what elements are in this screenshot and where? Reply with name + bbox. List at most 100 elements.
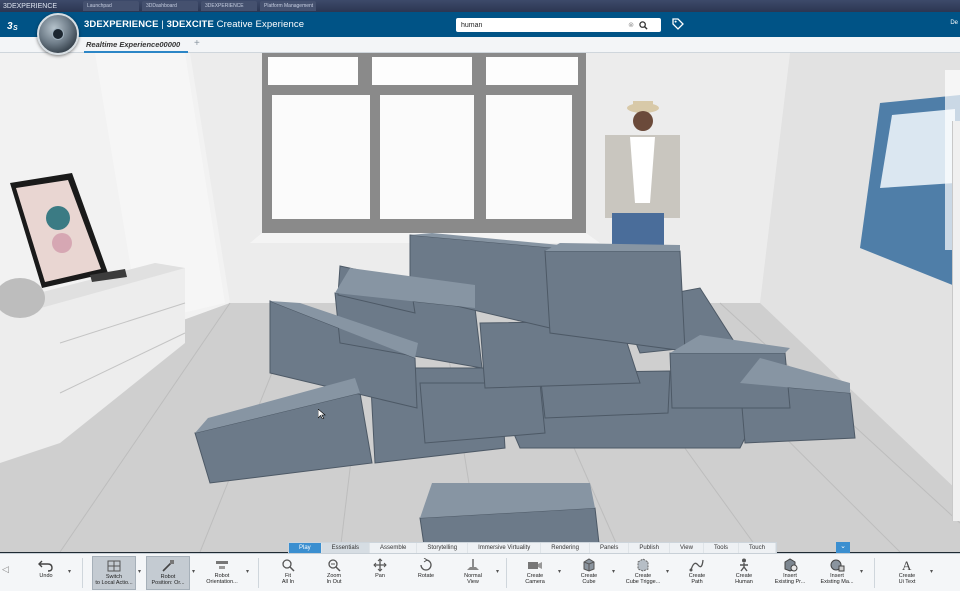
tab-publish[interactable]: Publish (629, 543, 671, 553)
browser-tab[interactable]: Launchpad (83, 1, 139, 11)
tag-icon[interactable] (671, 17, 685, 31)
user-name[interactable]: De (950, 20, 958, 26)
dropdown-arrow-icon[interactable]: ▾ (192, 568, 198, 576)
pan-icon (371, 557, 389, 573)
insert-existing-material-button[interactable]: Insert Existing Ma... (815, 556, 859, 590)
compass-hub[interactable] (52, 28, 64, 40)
title-separator: | (158, 19, 167, 30)
insert-product-icon (781, 557, 799, 573)
switch-icon (105, 558, 123, 574)
dropdown-arrow-icon[interactable]: ▾ (612, 568, 618, 576)
tool-label: All In (281, 579, 295, 585)
3d-viewport[interactable] (0, 53, 960, 552)
tool-label: Position: Or... (151, 580, 185, 586)
separator (506, 558, 507, 588)
collapse-chevron-icon[interactable]: ⌄ (836, 542, 850, 553)
search-icon[interactable] (636, 19, 650, 31)
normal-view-button[interactable]: Normal View (451, 556, 495, 590)
tab-storytelling[interactable]: Storytelling (417, 543, 469, 553)
dropdown-arrow-icon[interactable]: ▾ (138, 568, 144, 576)
browser-tab[interactable]: Platform Management (260, 1, 316, 11)
tab-rendering[interactable]: Rendering (541, 543, 590, 553)
search-box: ⊗ (456, 18, 661, 32)
tool-label: to Local Actio... (95, 580, 133, 586)
undo-button[interactable]: Undo (24, 556, 68, 590)
switch-local-actions-button[interactable]: Switch to Local Actio... (92, 556, 136, 590)
action-bar: ◁ Undo ▾ Switch to Local Actio... ▾ Robo… (0, 553, 960, 591)
compass-icon[interactable] (37, 13, 79, 55)
svg-text:A: A (902, 558, 912, 572)
create-human-button[interactable]: Create Human (722, 556, 766, 590)
tab-tools[interactable]: Tools (704, 543, 739, 553)
tab-touch[interactable]: Touch (739, 543, 776, 553)
tab-essentials[interactable]: Essentials (321, 543, 371, 553)
clear-search-icon[interactable]: ⊗ (626, 21, 636, 29)
tool-label: Pan (375, 573, 385, 579)
pan-button[interactable]: Pan (358, 556, 402, 590)
browser-tab[interactable]: 3DEXPERIENCE (201, 1, 257, 11)
tool-label: Cube (582, 579, 596, 585)
cube-trigger-icon (634, 557, 652, 573)
dropdown-arrow-icon[interactable]: ▾ (496, 568, 502, 576)
tab-view[interactable]: View (670, 543, 704, 553)
tab-panels[interactable]: Panels (590, 543, 630, 553)
search-input[interactable] (456, 19, 626, 31)
tool-label: View (467, 579, 479, 585)
dropdown-arrow-icon[interactable]: ▾ (666, 568, 672, 576)
brand-name: 3DEXPERIENCE (84, 19, 159, 30)
tool-label: Human (735, 579, 753, 585)
undo-icon (37, 557, 55, 573)
tool-label: In Out (326, 579, 342, 585)
robot-orientation-icon (213, 557, 231, 573)
scroll-left-icon[interactable]: ◁ (2, 564, 14, 582)
dropdown-arrow-icon[interactable]: ▾ (246, 568, 252, 576)
human-icon (735, 557, 753, 573)
dropdown-arrow-icon[interactable]: ▾ (68, 568, 74, 576)
path-icon (688, 557, 706, 573)
tab-realtime-experience[interactable]: Realtime Experience00000 (84, 37, 188, 53)
create-ui-text-button[interactable]: A Create Ui Text (885, 556, 929, 590)
fit-all-icon (279, 557, 297, 573)
tab-assemble[interactable]: Assemble (370, 543, 418, 553)
ds-logo-icon[interactable]: 3S (0, 12, 28, 37)
insert-material-icon (828, 557, 846, 573)
scene-render (0, 53, 960, 552)
tool-label: Camera (525, 579, 545, 585)
svg-text:S: S (13, 25, 18, 32)
normal-view-icon (464, 557, 482, 573)
dropdown-arrow-icon[interactable]: ▾ (930, 568, 936, 576)
create-path-button[interactable]: Create Path (675, 556, 719, 590)
fit-all-in-button[interactable]: Fit All In (266, 556, 310, 590)
rotate-button[interactable]: Rotate (404, 556, 448, 590)
app-title: 3DEXPERIENCE | 3DEXCITE Creative Experie… (84, 19, 304, 30)
tool-label: Rotate (417, 573, 435, 579)
tool-label: Existing Pr... (774, 579, 806, 585)
create-cube-button[interactable]: Create Cube (567, 556, 611, 590)
tool-label: Ui Text (898, 579, 916, 585)
tab-immersive-virtuality[interactable]: Immersive Virtuality (468, 543, 542, 553)
app-window: 3DEXPERIENCE Launchpad 3DDashboard 3DEXP… (0, 0, 960, 591)
robot-position-button[interactable]: Robot Position: Or... (146, 556, 190, 590)
dropdown-arrow-icon[interactable]: ▾ (860, 568, 866, 576)
zoom-in-out-button[interactable]: Zoom In Out (312, 556, 356, 590)
document-tab-bar: Realtime Experience00000 + (0, 37, 960, 53)
tool-label: Undo (39, 573, 53, 579)
tool-label: Cube Trigge... (625, 579, 661, 585)
mouse-cursor-icon (318, 409, 326, 419)
create-camera-button[interactable]: Create Camera (513, 556, 557, 590)
tool-label: Orientation... (206, 579, 238, 585)
browser-tab[interactable]: 3DDashboard (142, 1, 198, 11)
robot-orientation-button[interactable]: Robot Orientation... (200, 556, 244, 590)
top-bar: 3S 3DEXPERIENCE | 3DEXCITE Creative Expe… (0, 12, 960, 37)
tool-label: Path (691, 579, 703, 585)
dropdown-arrow-icon[interactable]: ▾ (558, 568, 564, 576)
window-title: 3DEXPERIENCE (3, 2, 58, 10)
viewport-scrollbar[interactable] (952, 121, 960, 521)
create-cube-trigger-button[interactable]: Create Cube Trigge... (621, 556, 665, 590)
tab-play[interactable]: Play (289, 543, 322, 553)
insert-existing-product-button[interactable]: Insert Existing Pr... (768, 556, 812, 590)
add-tab-button[interactable]: + (194, 38, 200, 49)
ui-text-icon: A (898, 557, 916, 573)
separator (258, 558, 259, 588)
cube-icon (580, 557, 598, 573)
